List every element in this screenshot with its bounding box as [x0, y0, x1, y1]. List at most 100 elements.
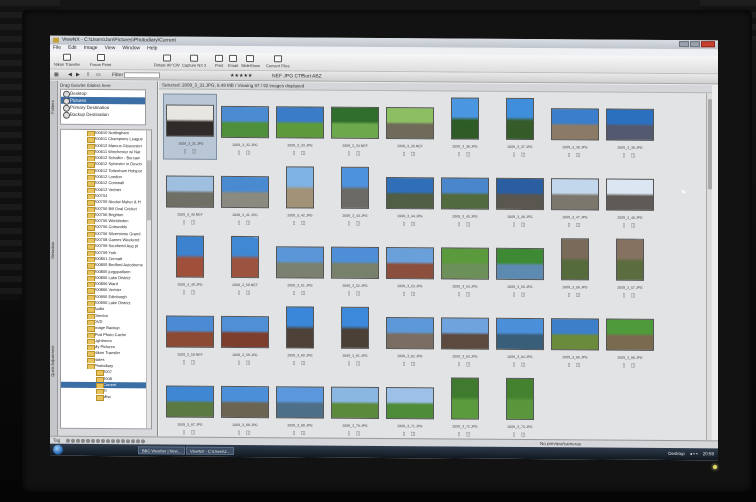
thumbnail-item[interactable]: 2009_3_67.JPG ▯ ◫ — [163, 373, 217, 439]
thumbnail-image[interactable] — [606, 108, 654, 141]
label-dot[interactable] — [131, 439, 135, 444]
label-dot[interactable] — [96, 438, 100, 444]
thumbnail-image[interactable] — [551, 318, 599, 351]
thumbnail-image[interactable] — [441, 177, 489, 210]
thumbnail-image[interactable] — [441, 317, 489, 350]
new-folder-icon[interactable]: ▭ — [96, 70, 101, 80]
thumbnail-item[interactable]: 2009_3_64.JPG ▯ ◫ — [493, 306, 547, 372]
thumbnail-image[interactable] — [276, 106, 324, 139]
thumbnail-image[interactable] — [386, 317, 434, 350]
thumbnail-image[interactable] — [386, 177, 434, 210]
thumbnail-item[interactable]: 2009_3_59.JPG ▯ ◫ — [218, 304, 272, 370]
thumbnail-item[interactable]: 2009_3_57.JPG ▯ ◫ — [603, 237, 657, 303]
thumbnail-item[interactable]: 2009_3_72.JPG ▯ ◫ — [438, 375, 492, 440]
label-dot[interactable] — [126, 439, 130, 444]
thumbnail-image[interactable] — [221, 105, 269, 139]
thumbnail-item[interactable]: 2009_3_63.JPG ▯ ◫ — [438, 305, 492, 371]
label-dot[interactable] — [141, 439, 145, 444]
label-dot[interactable] — [121, 439, 125, 444]
thumbnail-item[interactable]: 2009_3_70.JPG ▯ ◫ — [328, 375, 382, 441]
thumbnail-item[interactable]: 2009_3_45.JPG ▯ ◫ — [438, 165, 492, 231]
thumbnail-item[interactable]: 2009_3_39.JPG ▯ ◫ — [603, 97, 657, 163]
thumbnail-item[interactable]: 2009_3_52.JPG ▯ ◫ — [328, 235, 382, 301]
taskbar-item-bbc-weather[interactable]: BBC Weather | New... — [138, 446, 185, 455]
thumbnail-image[interactable] — [276, 246, 324, 279]
label-dot[interactable] — [81, 438, 85, 443]
thumbnail-image[interactable] — [496, 247, 544, 281]
thumbnail-item[interactable]: 2009_3_73.JPG ▯ ◫ — [493, 376, 547, 441]
thumbnail-image[interactable] — [551, 108, 599, 141]
sort-select[interactable]: ABZ — [312, 71, 322, 81]
thumbnail-image[interactable] — [331, 386, 379, 419]
tree-scrollbar-thumb[interactable] — [147, 160, 151, 221]
format-filter[interactable]: NEF JPG CTF — [272, 71, 304, 81]
label-dot[interactable] — [76, 438, 80, 443]
capture-nx-button[interactable]: Capture NX 2 — [182, 54, 206, 68]
thumbnail-item[interactable]: 2009_3_53.JPG ▯ ◫ — [383, 235, 437, 301]
minimize-button[interactable] — [679, 41, 689, 48]
thumbnail-item[interactable]: 2009_3_33.JPG ▯ ◫ — [273, 94, 327, 160]
thumbnail-item[interactable]: 2009_3_65.JPG ▯ ◫ — [548, 306, 602, 372]
nikon-transfer-button[interactable]: Nikon Transfer — [54, 53, 80, 67]
thumbnail-item[interactable]: 2009_3_47.JPG ▯ ◫ — [548, 166, 602, 232]
label-dot[interactable] — [106, 439, 110, 444]
menu-edit[interactable]: Edit — [68, 45, 77, 52]
thumbnail-image[interactable] — [496, 317, 544, 351]
thumbnail-image[interactable] — [451, 377, 479, 420]
label-selector[interactable] — [66, 438, 145, 444]
rotate-button[interactable]: Rotate 90°CW — [154, 54, 180, 68]
print-button[interactable]: Print — [215, 54, 223, 68]
menu-file[interactable]: File — [53, 45, 61, 52]
thumbnail-image[interactable] — [496, 177, 544, 211]
thumbnail-image[interactable] — [331, 106, 379, 139]
thumbnail-item[interactable]: 2009_3_61.JPG ▯ ◫ — [328, 305, 382, 371]
close-button[interactable] — [701, 41, 715, 48]
convert-files-button[interactable]: Convert Files — [266, 55, 290, 68]
grid-view-icon[interactable]: ▦ — [54, 70, 59, 80]
tree-scrollbar[interactable] — [146, 130, 151, 429]
thumbnail-item[interactable]: 2009_3_38.JPG ▯ ◫ — [548, 96, 602, 162]
filter-input[interactable] — [124, 72, 160, 79]
thumbnail-item[interactable]: 2009_3_69.JPG ▯ ◫ — [273, 374, 327, 440]
thumbnail-image[interactable] — [386, 107, 434, 140]
thumbnail-image[interactable] — [166, 385, 214, 418]
thumbnail-image[interactable] — [386, 247, 434, 280]
folder-tree-item[interactable]: Misc — [61, 394, 151, 401]
thumbnail-item[interactable]: 2009_3_40.NEF ▯ ◫ — [163, 163, 217, 229]
label-dot[interactable] — [116, 439, 120, 444]
thumbnail-item[interactable]: 2009_3_46.JPG ▯ ◫ — [493, 166, 547, 232]
focus-point-button[interactable]: Focus Point — [90, 53, 111, 67]
thumbnail-image[interactable] — [221, 385, 269, 419]
slideshow-button[interactable]: SlideShow — [241, 55, 260, 68]
thumbnail-item[interactable]: 2009_3_37.JPG ▯ ◫ — [493, 96, 547, 162]
tab-metadata[interactable]: Metadata — [50, 231, 58, 271]
thumbnail-image[interactable] — [386, 387, 434, 420]
thumbnail-image[interactable] — [606, 178, 654, 211]
thumbnail-item[interactable]: 2009_3_48.JPG ▯ ◫ — [603, 167, 657, 233]
email-button[interactable]: Email — [228, 54, 238, 68]
label-dot[interactable] — [101, 439, 105, 444]
thumbnail-item[interactable]: 2009_3_42.JPG ▯ ◫ — [273, 164, 327, 230]
thumbnail-image[interactable] — [231, 235, 259, 279]
label-dot[interactable] — [86, 438, 90, 443]
tab-folders[interactable]: Folders — [50, 87, 58, 127]
thumbnail-image[interactable] — [286, 306, 314, 349]
thumbnail-image[interactable] — [441, 247, 489, 280]
favorite-item[interactable]: Backup Destination — [61, 111, 145, 119]
thumbnail-image[interactable] — [506, 377, 534, 421]
thumbnail-item[interactable]: 2009_3_31.JPG ▯ ◫ — [163, 93, 217, 160]
thumbnail-item[interactable]: 2009_3_55.JPG ▯ ◫ — [493, 236, 547, 302]
label-dot[interactable] — [91, 438, 95, 443]
desktop-toolbar[interactable]: Desktop — [668, 448, 685, 460]
thumbnail-image[interactable] — [221, 315, 269, 349]
menu-help[interactable]: Help — [147, 45, 157, 52]
start-button[interactable] — [53, 444, 63, 455]
thumbnail-image[interactable] — [506, 97, 534, 141]
forward-icon[interactable]: ▶ — [76, 70, 80, 80]
thumbnail-item[interactable]: 2009_3_58.NEF ▯ ◫ — [163, 303, 217, 369]
thumbnail-item[interactable]: 2009_3_41.JPG ▯ ◫ — [218, 164, 272, 230]
thumbnail-image[interactable] — [616, 238, 644, 281]
thumbnail-item[interactable]: 2009_3_50.NEF ▯ ◫ — [218, 234, 272, 300]
thumbnail-item[interactable]: 2009_3_36.JPG ▯ ◫ — [438, 95, 492, 161]
label-dot[interactable] — [136, 439, 140, 444]
